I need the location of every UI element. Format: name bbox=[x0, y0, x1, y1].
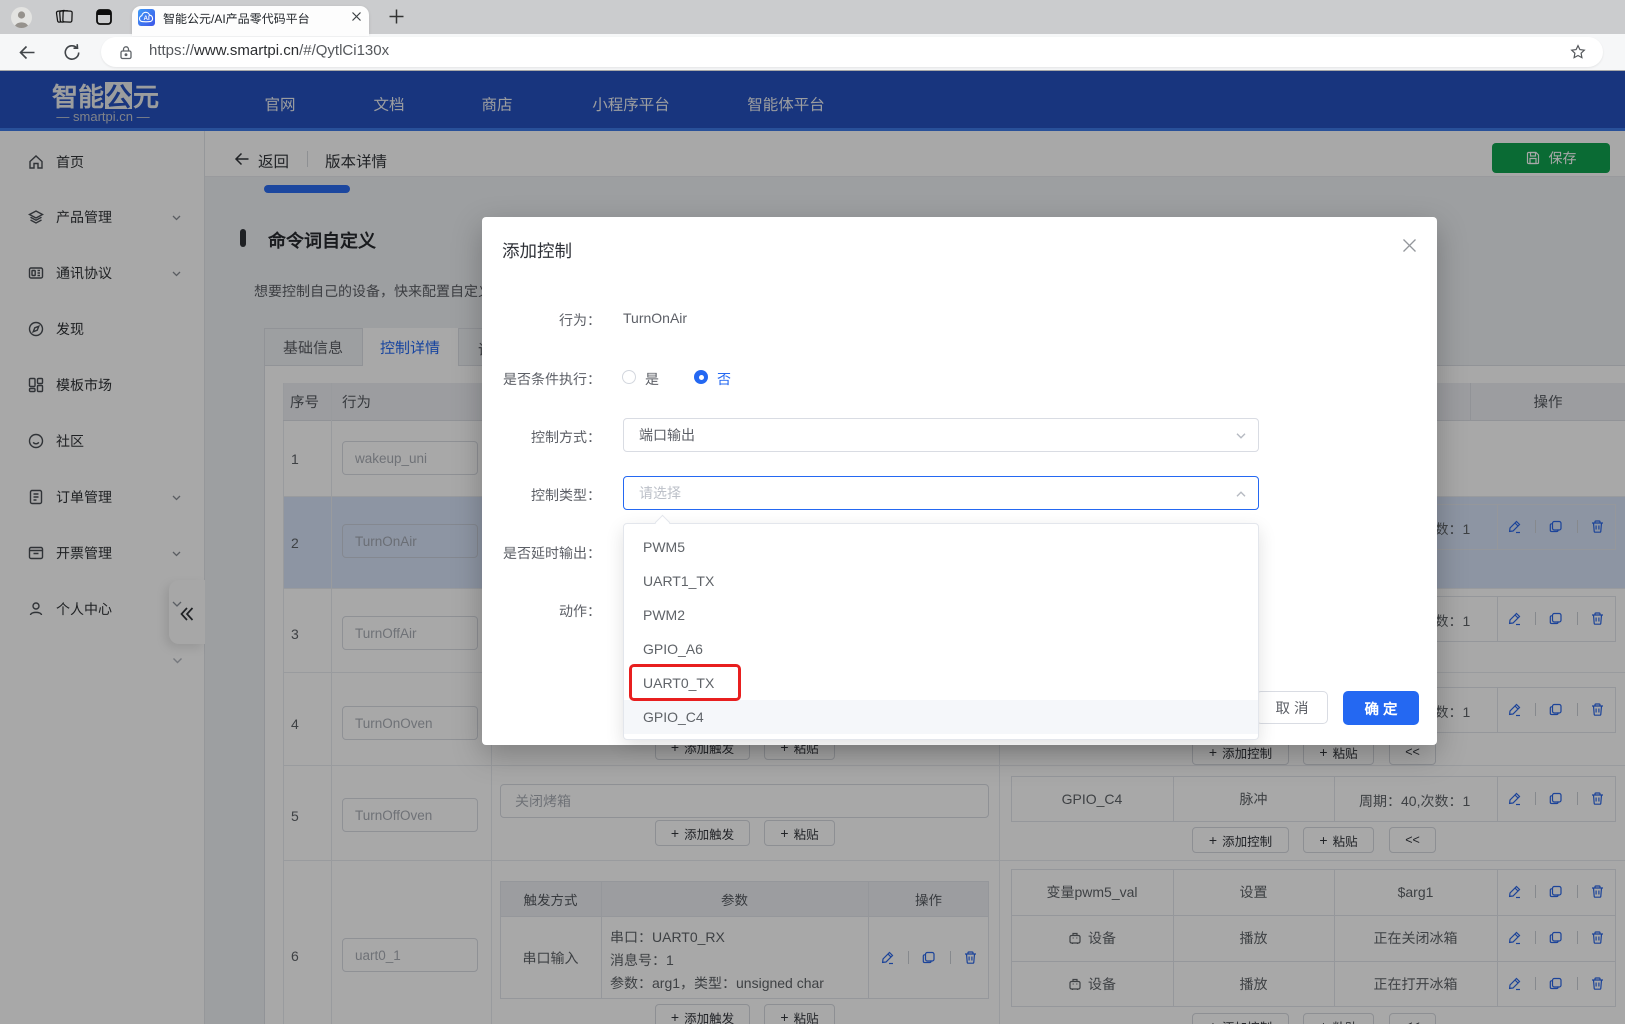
svg-text:AI: AI bbox=[144, 15, 150, 22]
